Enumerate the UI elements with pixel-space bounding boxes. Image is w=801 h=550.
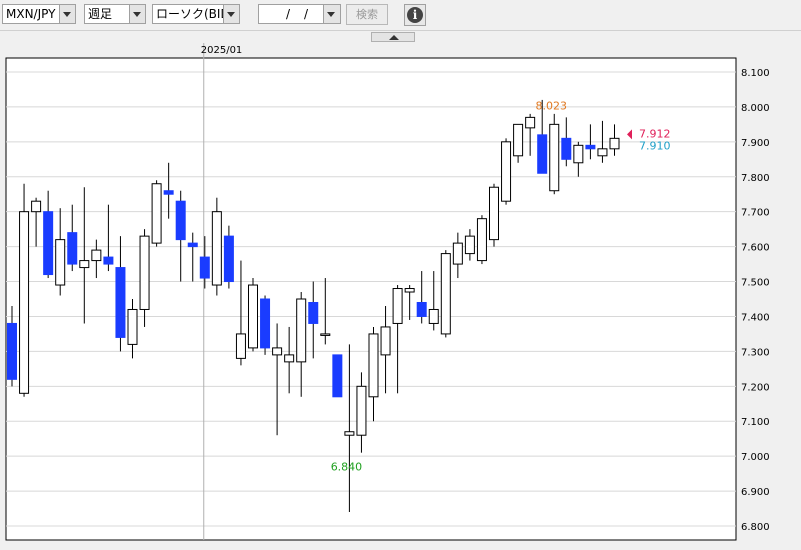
info-icon: i — [407, 7, 423, 23]
date-label: 2025/01 — [201, 45, 243, 56]
chevron-down-icon[interactable] — [59, 5, 75, 23]
y-tick-label: 7.600 — [741, 243, 770, 254]
low-price-label: 6.840 — [331, 461, 363, 474]
candle-body — [55, 239, 66, 286]
chevron-down-icon[interactable] — [223, 5, 239, 23]
candle-body — [296, 298, 307, 363]
y-tick-label: 7.700 — [741, 208, 770, 219]
candle-body — [549, 123, 560, 192]
period-select[interactable]: 週足 — [84, 4, 146, 24]
candle-body — [19, 211, 30, 394]
candle-body — [248, 284, 258, 349]
candle-body — [609, 137, 620, 150]
candle-body — [308, 301, 319, 324]
candle-body — [320, 333, 331, 336]
candlestick-chart[interactable]: 6.800 6.900 7.000 7.100 7.200 7.300 7.400 7.500… — [0, 43, 801, 546]
candle-body — [103, 256, 114, 265]
candle-body — [43, 211, 54, 276]
candle-body — [404, 288, 415, 293]
candle-body — [392, 288, 403, 324]
candle-body — [139, 235, 150, 310]
y-tick-label: 7.900 — [741, 138, 770, 149]
candle-body — [223, 235, 234, 283]
currency-pair-value: MXN/JPY — [6, 7, 56, 21]
candle-body — [368, 333, 379, 398]
candle-body — [501, 141, 512, 202]
y-tick-label: 6.800 — [741, 522, 770, 533]
candle-body — [573, 144, 584, 164]
candle-body — [428, 308, 439, 324]
chevron-down-icon[interactable] — [323, 5, 340, 23]
y-tick-label: 7.200 — [741, 382, 770, 393]
candle-body — [175, 200, 186, 241]
candle-body — [525, 116, 536, 129]
ask-price-label: 7.910 — [639, 139, 671, 152]
candle-body — [127, 308, 138, 345]
candle-body — [272, 347, 283, 356]
candle-body — [537, 134, 548, 174]
candle-body — [356, 385, 367, 436]
date-separator: / — [286, 7, 291, 21]
candle-body — [151, 183, 162, 244]
candle-body — [440, 253, 451, 335]
candle-body — [380, 326, 391, 356]
candle-body — [79, 260, 90, 269]
candle-body — [344, 431, 355, 436]
candle-body — [91, 249, 102, 262]
candle-body — [7, 322, 17, 380]
date-input[interactable]: / / — [258, 4, 326, 24]
chart-kind-select[interactable]: ローソク(BID) — [152, 4, 240, 24]
date-dropdown[interactable] — [323, 4, 341, 24]
candle-body — [67, 232, 78, 265]
candle-body — [597, 148, 608, 157]
candle-body — [211, 211, 222, 286]
candle-body — [235, 333, 246, 359]
candle-body — [561, 137, 572, 160]
y-tick-label: 7.400 — [741, 312, 770, 323]
search-button[interactable]: 検索 — [346, 4, 388, 25]
candle-body — [452, 242, 463, 265]
candle-body — [199, 256, 210, 279]
candle-body — [284, 354, 295, 363]
y-tick-label: 7.000 — [741, 452, 770, 463]
candle-body — [31, 200, 42, 213]
candle-body — [489, 186, 499, 241]
candle-body — [513, 123, 524, 157]
candle-body — [115, 267, 126, 338]
candle-body — [260, 298, 271, 349]
chevron-down-icon[interactable] — [129, 5, 145, 23]
y-tick-label: 6.900 — [741, 487, 770, 498]
y-tick-label: 7.500 — [741, 278, 770, 289]
date-separator: / — [304, 7, 309, 21]
candle-body — [163, 190, 174, 195]
candle-body — [464, 235, 475, 255]
candle-body — [187, 242, 198, 248]
candle-body — [332, 354, 343, 398]
candle-body — [585, 144, 596, 150]
candle-body — [476, 218, 487, 262]
y-tick-label: 7.300 — [741, 347, 770, 358]
y-tick-label: 7.100 — [741, 417, 770, 428]
collapse-toggle-button[interactable] — [371, 32, 415, 42]
toolbar: MXN/JPY 週足 ローソク(BID) / / 検索 i — [0, 0, 801, 31]
info-button[interactable]: i — [404, 4, 426, 26]
period-value: 週足 — [88, 7, 113, 21]
currency-pair-select[interactable]: MXN/JPY — [2, 4, 76, 24]
y-tick-label: 7.800 — [741, 173, 770, 184]
y-tick-label: 8.000 — [741, 103, 770, 114]
chart-area[interactable]: 6.800 6.900 7.000 7.100 7.200 7.300 7.400 7.500… — [0, 43, 801, 546]
y-tick-label: 8.100 — [741, 68, 770, 79]
high-price-label: 8.023 — [536, 99, 568, 112]
candle-body — [416, 301, 427, 317]
